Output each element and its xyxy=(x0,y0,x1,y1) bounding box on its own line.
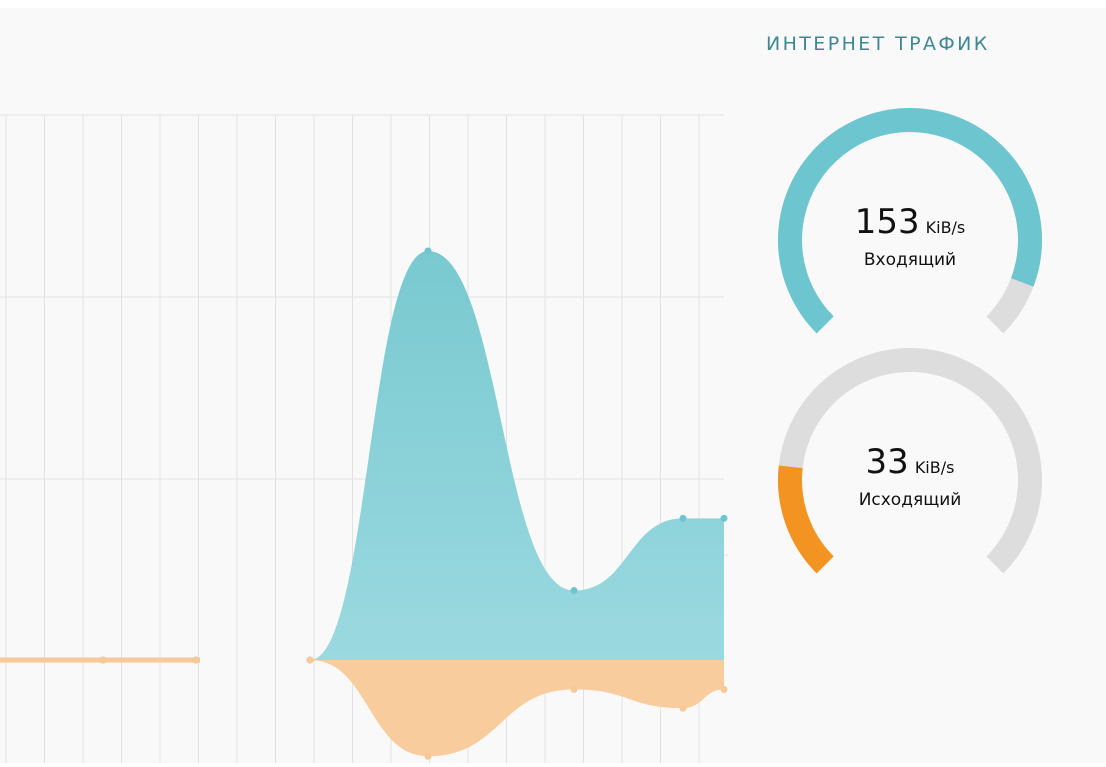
incoming-value: 153 xyxy=(854,202,920,242)
outgoing-unit: KiB/s xyxy=(914,458,955,477)
outgoing-label: Исходящий xyxy=(858,490,962,510)
incoming-data-point xyxy=(679,514,687,522)
outgoing-data-point xyxy=(720,685,728,693)
outgoing-data-point xyxy=(679,704,687,712)
incoming-data-point xyxy=(424,247,432,255)
incoming-unit: KiB/s xyxy=(925,218,966,237)
widget-title: ИНТЕРНЕТ ТРАФИК xyxy=(766,33,990,55)
chart-series xyxy=(0,251,724,757)
outgoing-data-point xyxy=(192,656,200,664)
incoming-readout: 153 KiB/s Входящий xyxy=(765,203,1055,271)
outgoing-data-point xyxy=(424,752,432,760)
outgoing-data-point xyxy=(570,685,578,693)
outgoing-readout: 33 KiB/s Исходящий xyxy=(765,443,1055,511)
outgoing-value: 33 xyxy=(865,442,909,482)
incoming-data-point xyxy=(570,586,578,594)
outgoing-data-point xyxy=(99,656,107,664)
incoming-data-point xyxy=(720,514,728,522)
outgoing-data-point xyxy=(306,656,314,664)
outgoing-gauge: 33 KiB/s Исходящий xyxy=(765,335,1055,625)
outgoing-area xyxy=(0,660,724,757)
incoming-label: Входящий xyxy=(863,250,957,270)
incoming-area xyxy=(0,251,724,660)
